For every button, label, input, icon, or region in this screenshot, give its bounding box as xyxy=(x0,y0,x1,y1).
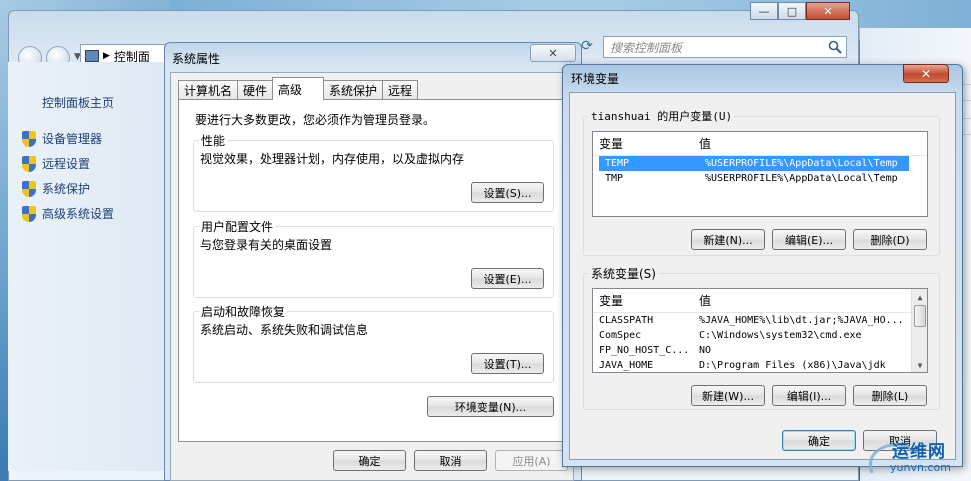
sidebar-item-label: 高级系统设置 xyxy=(42,207,115,221)
system-variables-list[interactable]: 变量 值 CLASSPATH %JAVA_HOME%\lib\dt.jar;%J… xyxy=(592,288,928,373)
control-panel-sidebar xyxy=(8,62,166,471)
shield-icon xyxy=(22,205,36,222)
environment-variables-button[interactable]: 环境变量(N)... xyxy=(427,396,554,417)
search-input[interactable]: 搜索控制面板 xyxy=(603,36,847,58)
scroll-down-icon[interactable]: ▼ xyxy=(912,357,927,372)
performance-description: 视觉效果，处理器计划，内存使用，以及虚拟内存 xyxy=(200,152,465,166)
control-panel-caption-buttons: — □ ✕ xyxy=(750,2,850,22)
variable-name: TEMP xyxy=(605,158,630,169)
user-new-button[interactable]: 新建(N)... xyxy=(691,229,765,250)
startup-recovery-settings-button[interactable]: 设置(T)... xyxy=(471,353,544,374)
sidebar-item-device-manager[interactable]: 设备管理器 xyxy=(22,130,102,147)
scroll-thumb[interactable] xyxy=(914,305,926,327)
shield-icon xyxy=(22,155,36,172)
user-variables-list[interactable]: 变量 值 TEMP %USERPROFILE%\AppData\Local\Te… xyxy=(592,131,928,217)
tab-remote[interactable]: 远程 xyxy=(382,80,419,100)
tab-advanced[interactable]: 高级 xyxy=(272,77,325,100)
search-icon[interactable] xyxy=(828,40,842,54)
variable-name: JAVA_HOME xyxy=(599,360,654,371)
user-variable-row[interactable]: TMP %USERPROFILE%\AppData\Local\Temp xyxy=(599,171,927,186)
shield-icon xyxy=(22,130,36,147)
scroll-up-icon[interactable]: ▲ xyxy=(912,289,927,305)
variable-name: TMP xyxy=(605,173,624,184)
watermark-text: 运维网 xyxy=(892,442,946,462)
shield-icon xyxy=(22,180,36,197)
user-variables-group-title: tianshuai 的用户变量(U) xyxy=(589,108,735,124)
startup-recovery-group-title: 启动和故障恢复 xyxy=(199,303,288,320)
system-variable-row[interactable]: CLASSPATH %JAVA_HOME%\lib\dt.jar;%JAVA_H… xyxy=(593,313,911,328)
column-header-name[interactable]: 变量 xyxy=(593,135,693,152)
variable-value: %JAVA_HOME%\lib\dt.jar;%JAVA_HO... xyxy=(699,315,904,326)
system-properties-title: 系统属性 xyxy=(172,52,221,66)
system-delete-button[interactable]: 删除(L) xyxy=(853,385,927,406)
control-panel-icon xyxy=(85,50,99,62)
system-variables-group-title: 系统变量(S) xyxy=(589,265,658,282)
env-ok-button[interactable]: 确定 xyxy=(782,430,856,451)
system-cancel-button[interactable]: 取消 xyxy=(414,450,487,471)
sidebar-item-label: 设备管理器 xyxy=(42,132,103,146)
performance-settings-button[interactable]: 设置(S)... xyxy=(471,182,544,203)
variable-value: %USERPROFILE%\AppData\Local\Temp xyxy=(705,173,898,184)
variable-name: ComSpec xyxy=(599,330,642,341)
variable-value: %USERPROFILE%\AppData\Local\Temp xyxy=(705,158,898,169)
variable-name: CLASSPATH xyxy=(599,315,654,326)
sidebar-item-label: 系统保护 xyxy=(42,182,91,196)
maximize-button[interactable]: □ xyxy=(778,2,806,20)
startup-recovery-description: 系统启动、系统失败和调试信息 xyxy=(200,323,369,337)
user-profiles-settings-button[interactable]: 设置(E)... xyxy=(471,268,544,289)
watermark: 运维网 yunvn.com xyxy=(862,433,971,481)
system-variables-header: 变量 值 xyxy=(593,289,911,313)
search-placeholder: 搜索控制面板 xyxy=(610,40,683,55)
minimize-button[interactable]: — xyxy=(750,2,778,20)
column-header-name[interactable]: 变量 xyxy=(593,292,693,309)
user-edit-button[interactable]: 编辑(E)... xyxy=(772,229,846,250)
sidebar-home-link[interactable]: 控制面板主页 xyxy=(42,94,114,111)
user-variables-header: 变量 值 xyxy=(593,132,927,156)
user-profiles-group-title: 用户配置文件 xyxy=(199,218,276,235)
system-variable-row[interactable]: JAVA_HOME D:\Program Files (x86)\Java\jd… xyxy=(593,358,911,372)
admin-notice: 要进行大多数更改，您必须作为管理员登录。 xyxy=(195,113,436,127)
system-new-button[interactable]: 新建(W)... xyxy=(691,385,765,406)
system-variable-row[interactable]: ComSpec C:\Windows\system32\cmd.exe xyxy=(593,328,911,343)
tab-system-protection[interactable]: 系统保护 xyxy=(323,80,384,100)
variable-value: C:\Windows\system32\cmd.exe xyxy=(699,330,862,341)
user-profiles-description: 与您登录有关的桌面设置 xyxy=(200,238,333,252)
performance-group-title: 性能 xyxy=(199,132,228,149)
system-variables-scrollbar[interactable]: ▲ ▼ xyxy=(911,289,927,372)
system-properties-close-button[interactable]: ✕ xyxy=(530,44,576,62)
sidebar-item-remote-settings[interactable]: 远程设置 xyxy=(22,155,90,172)
variable-value: NO xyxy=(699,345,712,356)
user-delete-button[interactable]: 删除(D) xyxy=(853,229,927,250)
column-header-value[interactable]: 值 xyxy=(693,135,927,152)
sidebar-item-advanced-settings[interactable]: 高级系统设置 xyxy=(22,205,114,222)
environment-variables-close-button[interactable]: ✕ xyxy=(903,64,949,83)
system-variable-row[interactable]: FP_NO_HOST_C... NO xyxy=(593,343,911,358)
close-button[interactable]: ✕ xyxy=(806,2,850,20)
tab-strip: 计算机名 硬件 高级 系统保护 远程 xyxy=(178,77,419,100)
breadcrumb-arrow-icon: ▶ xyxy=(103,51,110,61)
system-edit-button[interactable]: 编辑(I)... xyxy=(772,385,846,406)
sidebar-item-system-protection[interactable]: 系统保护 xyxy=(22,180,90,197)
tab-computer-name[interactable]: 计算机名 xyxy=(178,80,239,100)
tab-hardware[interactable]: 硬件 xyxy=(237,80,274,100)
system-ok-button[interactable]: 确定 xyxy=(333,450,406,471)
environment-variables-title: 环境变量 xyxy=(571,72,620,86)
watermark-url: yunvn.com xyxy=(890,461,951,474)
system-apply-button[interactable]: 应用(A) xyxy=(495,450,568,471)
column-header-value[interactable]: 值 xyxy=(693,292,911,309)
sidebar-item-label: 远程设置 xyxy=(42,157,91,171)
user-variable-row[interactable]: TEMP %USERPROFILE%\AppData\Local\Temp xyxy=(599,156,909,171)
variable-value: D:\Program Files (x86)\Java\jdk xyxy=(699,360,886,371)
variable-name: FP_NO_HOST_C... xyxy=(599,345,690,356)
